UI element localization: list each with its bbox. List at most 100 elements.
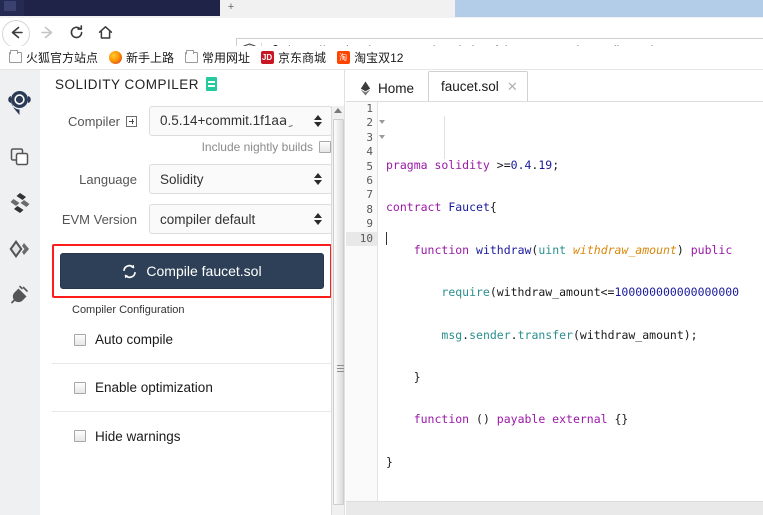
forward-button[interactable] [34, 20, 60, 44]
code-area[interactable]: 1 2 3 4 5 6 7 8 9 10 pragma solidity >=0… [346, 102, 763, 515]
line-number: 3 [346, 131, 385, 145]
evm-version-label: EVM Version [61, 211, 137, 227]
browser-tab-active[interactable] [0, 0, 220, 16]
line-number: 9 [366, 217, 373, 231]
auto-compile-label: Auto compile [95, 332, 174, 347]
code-line-7: function () payable external {} [413, 412, 629, 427]
hide-warnings-row[interactable]: Hide warnings [52, 412, 332, 460]
compiler-label: Compiler [52, 114, 149, 129]
firefox-icon [108, 51, 122, 64]
back-button[interactable] [3, 20, 29, 44]
folder-icon [8, 50, 22, 64]
fold-arrow-icon [379, 134, 385, 139]
language-value: Solidity [160, 171, 204, 187]
line-number: 2 [346, 116, 385, 130]
bookmark-item[interactable]: 新手上路 [103, 48, 179, 67]
home-icon [98, 25, 112, 39]
code-line-2: contract Faucet{ [386, 200, 497, 215]
home-button[interactable] [92, 20, 118, 44]
file-explorers-icon[interactable] [7, 144, 33, 170]
tab-home[interactable]: Home [358, 75, 428, 101]
code-line-8: } [386, 454, 393, 469]
line-number: 5 [366, 159, 373, 173]
bookmark-label: 新手上路 [126, 51, 175, 65]
solidity-compiler-icon[interactable] [7, 190, 33, 216]
language-row: Language Solidity [52, 164, 332, 194]
scroll-up-arrow-icon[interactable] [334, 108, 342, 113]
compiler-version-value: 0.5.14+commit.1f1aaِ [160, 113, 288, 128]
enable-optimization-checkbox[interactable] [74, 381, 86, 394]
include-nightly-label: Include nightly builds [201, 140, 313, 154]
enable-optimization-label: Enable optimization [95, 380, 213, 395]
compiler-version-select[interactable]: 0.5.14+commit.1f1aaِ [149, 106, 332, 136]
line-number: 7 [366, 188, 373, 202]
taobao-icon: 淘 [336, 51, 350, 64]
scrollbar-thumb[interactable] [333, 119, 344, 505]
language-select[interactable]: Solidity [149, 164, 332, 194]
include-nightly-checkbox[interactable] [319, 141, 331, 153]
compiler-configuration-title: Compiler Configuration [72, 304, 185, 316]
code-editor: Home faucet.sol ✕ 1 2 3 4 5 6 7 8 9 10 p… [346, 70, 763, 515]
chevron-updown-icon [314, 114, 323, 128]
bookmark-label: 常用网址 [202, 51, 251, 65]
tab-faucet-sol-label: faucet.sol [441, 79, 499, 94]
bookmark-item[interactable]: JD 京东商城 [255, 48, 331, 67]
enable-optimization-row[interactable]: Enable optimization [52, 364, 332, 412]
fold-arrow-icon [379, 120, 385, 125]
folder-icon [184, 50, 198, 64]
remix-logo[interactable] [5, 88, 35, 118]
arrow-right-icon [40, 26, 52, 38]
browser-nav-bar: https://remix.ethereum.org/#optimize=fal… [0, 18, 763, 63]
arrow-left-icon [11, 26, 23, 38]
evm-version-row: EVM Version compiler default [52, 204, 332, 234]
bookmark-item[interactable]: 常用网址 [179, 48, 255, 67]
compile-button[interactable]: Compile faucet.sol [60, 253, 324, 289]
expand-icon[interactable] [126, 115, 137, 127]
solidity-compiler-panel: SOLIDITY COMPILER Compiler 0.5.14+commit… [40, 70, 345, 515]
compile-button-label: Compile faucet.sol [146, 263, 262, 279]
plugin-manager-icon[interactable] [7, 282, 33, 308]
bookmarks-bar: 火狐官方站点 新手上路 常用网址 JD 京东商城 淘 淘宝双12 [0, 46, 763, 70]
code-lines[interactable]: pragma solidity >=0.4.19; contract Fauce… [386, 102, 763, 515]
bookmark-label: 京东商城 [278, 51, 327, 65]
tab-faucet-sol[interactable]: faucet.sol ✕ [428, 71, 528, 101]
evm-version-select[interactable]: compiler default [149, 204, 332, 234]
chevron-updown-icon [314, 172, 323, 186]
indent-guide [444, 116, 445, 159]
bookmark-label: 火狐官方站点 [26, 51, 99, 65]
evm-version-value: compiler default [160, 211, 256, 227]
reload-button[interactable] [63, 20, 89, 44]
code-line-5: msg.sender.transfer(withdraw_amount); [441, 327, 698, 342]
new-tab-button[interactable]: + [221, 0, 241, 17]
panel-scrollbar[interactable] [331, 106, 344, 515]
browser-window-highlight [455, 0, 763, 17]
line-number-active: 10 [346, 231, 377, 246]
refresh-icon [122, 264, 137, 279]
remix-ide: SOLIDITY COMPILER Compiler 0.5.14+commit… [0, 70, 763, 515]
code-line-1: pragma solidity >=0.4.19; [386, 158, 560, 172]
include-nightly-row[interactable]: Include nightly builds [52, 140, 332, 154]
screenshot-root: + 火狐官方站点 新手上路 常用网址 JD 京东商城 淘 淘宝双12 SOLID… [0, 0, 763, 515]
close-icon[interactable]: ✕ [507, 80, 518, 93]
browser-tab-favicon [4, 1, 16, 11]
auto-compile-checkbox[interactable] [74, 333, 86, 346]
browser-tabstrip: + [0, 0, 763, 18]
deploy-run-icon[interactable] [7, 236, 33, 262]
scrollbar-grip-icon [337, 365, 344, 372]
hide-warnings-checkbox[interactable] [74, 430, 86, 442]
book-icon[interactable] [206, 77, 218, 91]
bookmark-item[interactable]: 火狐官方站点 [3, 48, 103, 67]
ethereum-icon [360, 81, 371, 96]
line-number: 8 [366, 202, 373, 216]
compile-button-highlight: Compile faucet.sol [52, 244, 332, 298]
auto-compile-row[interactable]: Auto compile [52, 316, 332, 364]
text-caret [386, 232, 387, 245]
bookmark-item[interactable]: 淘 淘宝双12 [331, 48, 408, 67]
jd-icon: JD [260, 51, 274, 64]
line-number: 6 [366, 173, 373, 187]
remix-icon-rail [0, 70, 40, 515]
editor-tabbar: Home faucet.sol ✕ [346, 70, 763, 102]
bookmark-label: 淘宝双12 [354, 51, 404, 65]
hide-warnings-label: Hide warnings [95, 428, 181, 444]
browser-tab-favicon-area [0, 0, 24, 16]
